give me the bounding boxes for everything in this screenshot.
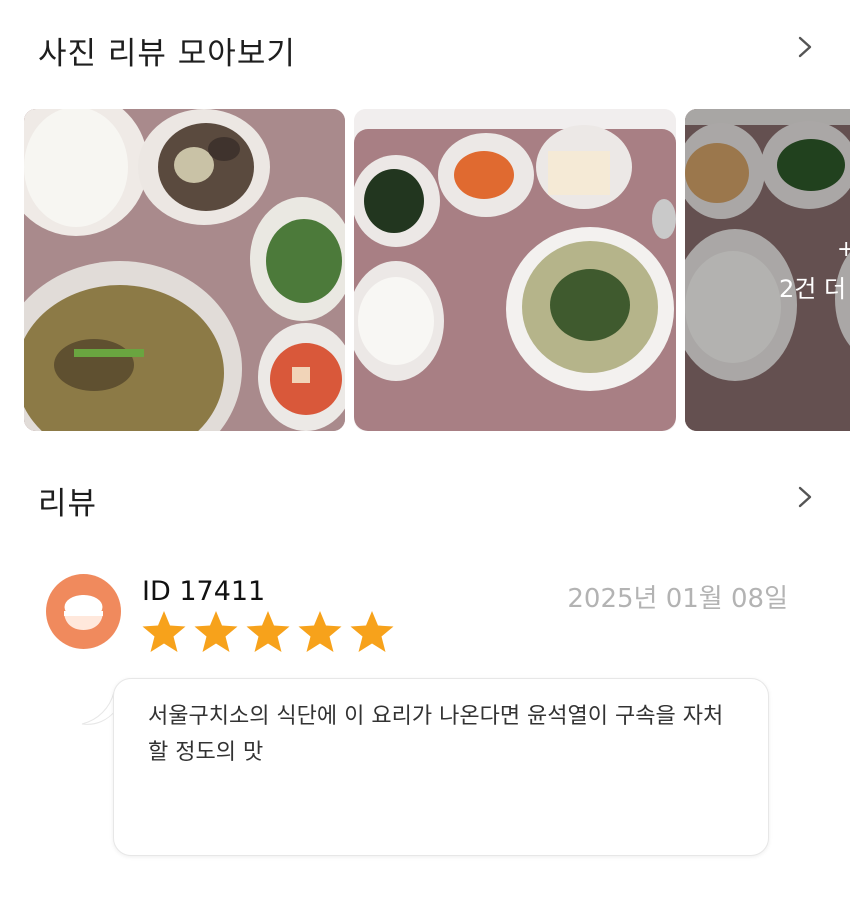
- review-text: 서울구치소의 식단에 이 요리가 나온다면 윤석열이 구속을 자처할 정도의 맛: [148, 704, 724, 765]
- avatar: [46, 574, 121, 649]
- food-photo-image: [24, 109, 345, 431]
- photo-gallery[interactable]: + 2건 더: [24, 109, 850, 431]
- chevron-right-icon[interactable]: [794, 36, 816, 58]
- chevron-right-icon[interactable]: [794, 486, 816, 508]
- star-icon: [296, 608, 344, 656]
- photo-reviews-title: 사진 리뷰 모아보기: [38, 36, 296, 72]
- star-rating: [140, 608, 400, 656]
- review-photo[interactable]: [24, 109, 345, 431]
- review-item: ID 17411 2025년 01월 08일 서울구치소의 식단에 이 요리가 …: [0, 570, 850, 870]
- reviewer-id: ID 17411: [142, 576, 266, 607]
- review-photo[interactable]: [354, 109, 676, 431]
- star-icon: [348, 608, 396, 656]
- review-date: 2025년 01월 08일: [567, 584, 788, 614]
- photo-reviews-header[interactable]: 사진 리뷰 모아보기: [0, 12, 850, 72]
- review-photo-more[interactable]: + 2건 더: [685, 109, 850, 431]
- reviews-title: 리뷰: [38, 486, 98, 522]
- star-icon: [140, 608, 188, 656]
- reviews-header[interactable]: 리뷰: [0, 462, 850, 522]
- food-photo-image: [354, 109, 676, 431]
- rice-bowl-icon: [64, 595, 103, 630]
- more-photos-label: 2건 더: [779, 275, 847, 303]
- star-icon: [244, 608, 292, 656]
- review-bubble: 서울구치소의 식단에 이 요리가 나온다면 윤석열이 구속을 자처할 정도의 맛: [113, 678, 769, 856]
- star-icon: [192, 608, 240, 656]
- more-plus: +: [837, 237, 850, 262]
